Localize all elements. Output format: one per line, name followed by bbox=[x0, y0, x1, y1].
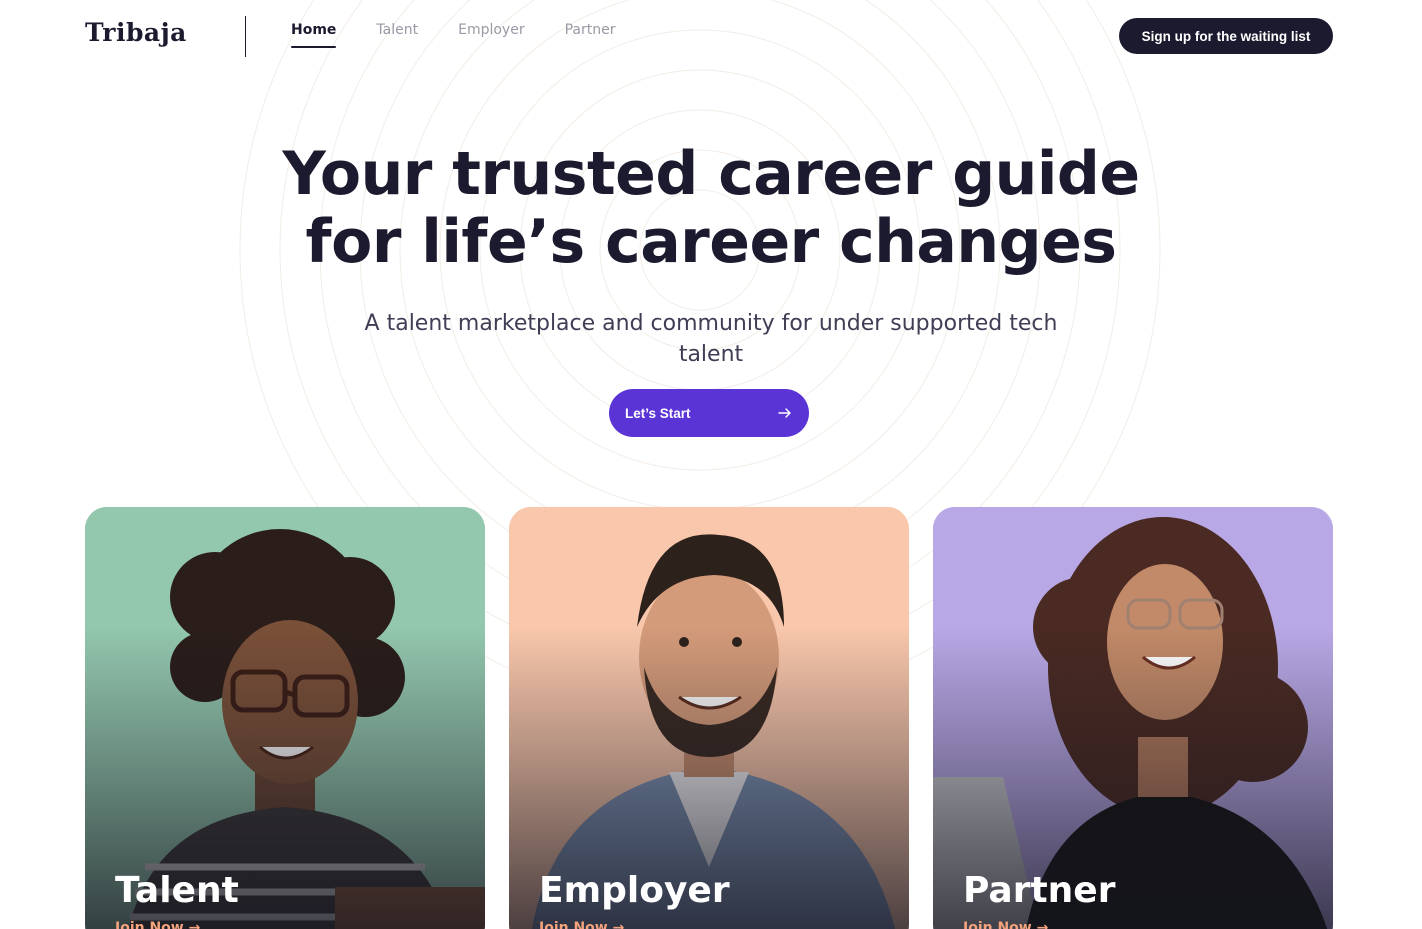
main-nav: Home Talent Employer Partner bbox=[291, 22, 655, 48]
employer-join-link[interactable]: Join Now → bbox=[539, 920, 624, 929]
partner-card[interactable]: Partner Join Now → bbox=[933, 507, 1333, 929]
employer-card-title: Employer bbox=[539, 870, 730, 911]
site-header: Tribaja Home Talent Employer Partner Sig… bbox=[0, 0, 1422, 72]
nav-item-employer[interactable]: Employer bbox=[458, 22, 524, 48]
hero-subtitle: A talent marketplace and community for u… bbox=[364, 311, 1058, 367]
talent-card[interactable]: Talent Join Now → bbox=[85, 507, 485, 929]
nav-item-partner[interactable]: Partner bbox=[565, 22, 616, 48]
talent-card-title: Talent bbox=[115, 870, 239, 911]
hero-title-line-2: for life’s career changes bbox=[305, 207, 1117, 277]
arrow-right-icon bbox=[778, 408, 791, 418]
nav-item-talent[interactable]: Talent bbox=[376, 22, 418, 48]
talent-join-link[interactable]: Join Now → bbox=[115, 920, 200, 929]
lets-start-button[interactable]: Let’s Start bbox=[609, 389, 809, 437]
waiting-list-button[interactable]: Sign up for the waiting list bbox=[1119, 18, 1333, 54]
hero-title: Your trusted career guide for life’s car… bbox=[261, 140, 1161, 276]
brand-logo[interactable]: Tribaja bbox=[85, 18, 187, 47]
partner-card-title: Partner bbox=[963, 870, 1116, 911]
audience-cards: Talent Join Now → Employer Join Now → Pa… bbox=[85, 507, 1333, 929]
nav-divider bbox=[245, 16, 246, 57]
lets-start-label: Let’s Start bbox=[625, 405, 691, 421]
partner-join-link[interactable]: Join Now → bbox=[963, 920, 1048, 929]
nav-item-home[interactable]: Home bbox=[291, 22, 337, 48]
hero-title-line-1: Your trusted career guide bbox=[282, 139, 1140, 209]
hero-section: Your trusted career guide for life’s car… bbox=[0, 140, 1422, 437]
employer-card[interactable]: Employer Join Now → bbox=[509, 507, 909, 929]
